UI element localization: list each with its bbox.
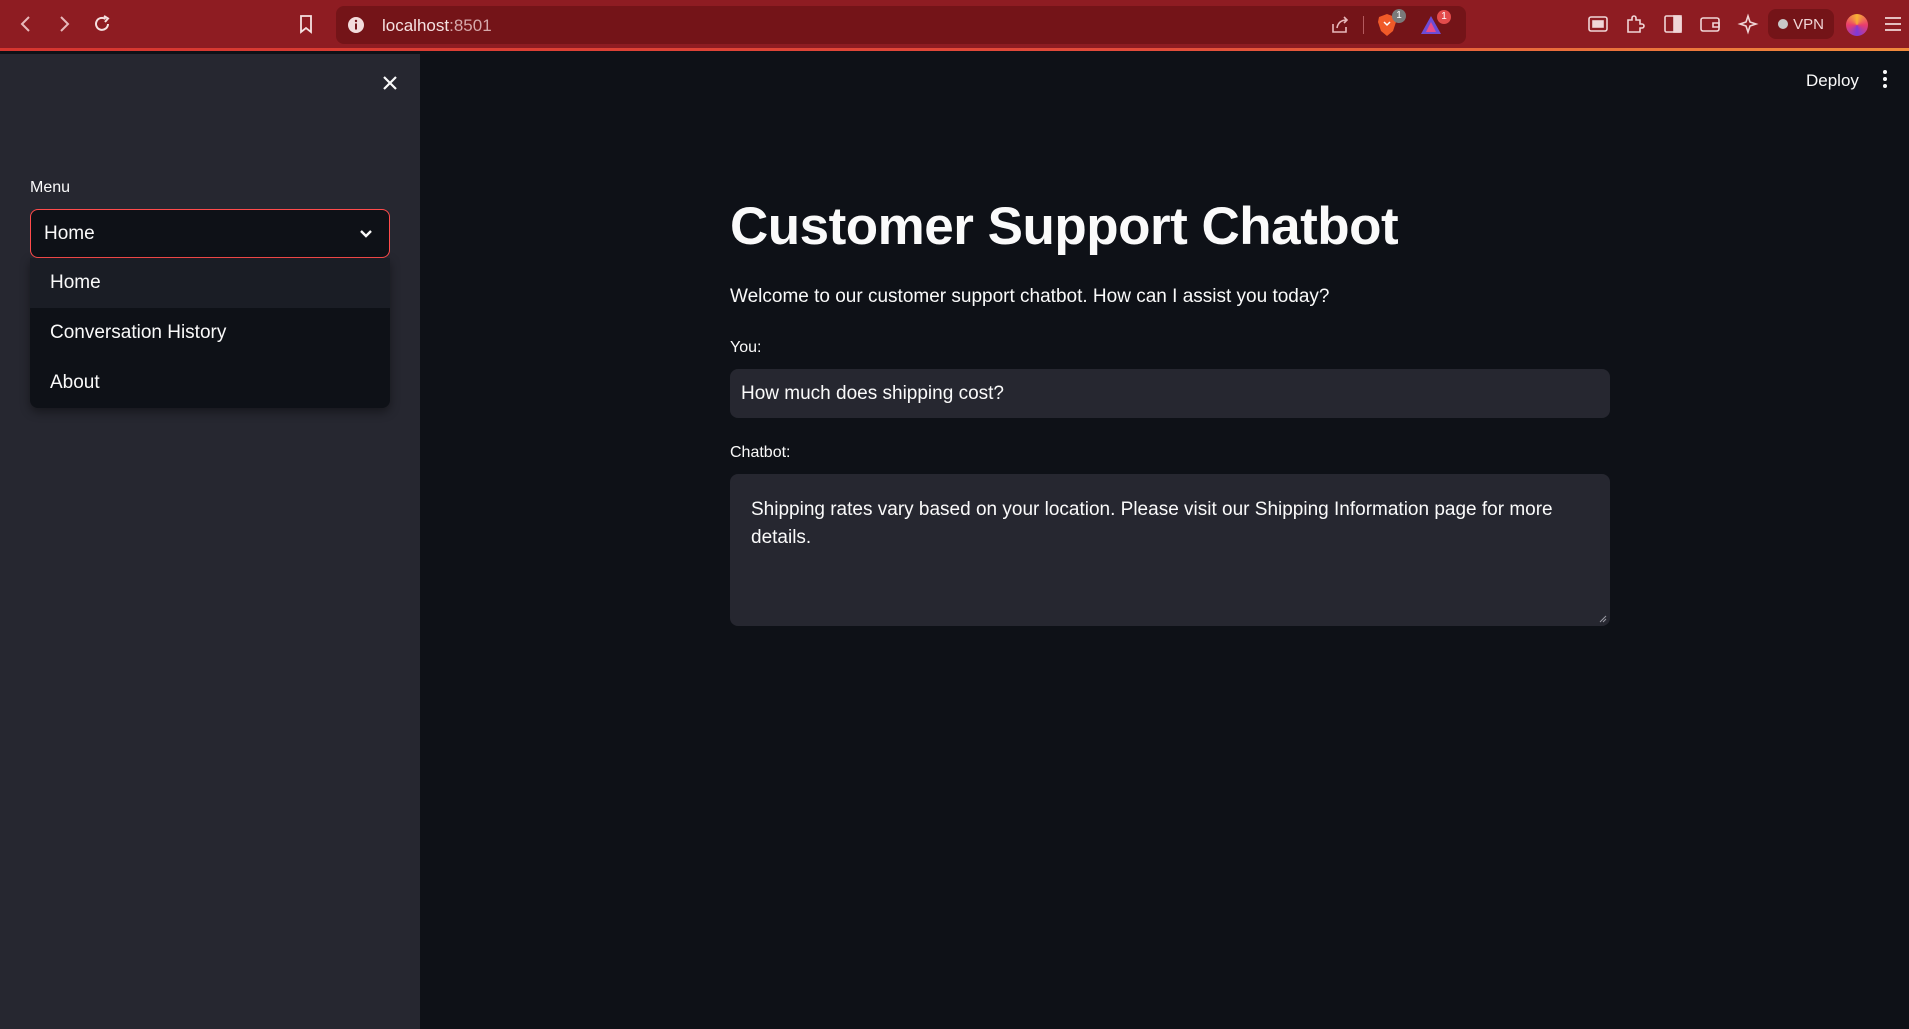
menu-select-value: Home <box>44 223 95 244</box>
url-text: localhost:8501 <box>382 16 492 36</box>
leo-ai-icon[interactable] <box>1737 13 1759 35</box>
forward-icon[interactable] <box>52 12 76 36</box>
vpn-status-icon <box>1778 19 1789 29</box>
vpn-button[interactable]: VPN <box>1768 9 1834 39</box>
deploy-button[interactable]: Deploy <box>1806 71 1859 91</box>
menu-select[interactable]: Home <box>30 209 390 258</box>
you-label: You: <box>730 339 762 356</box>
menu-label: Menu <box>30 179 71 196</box>
rewards-badge: 1 <box>1437 10 1451 24</box>
chatbot-label: Chatbot: <box>730 444 791 461</box>
picture-in-picture-icon[interactable] <box>1587 13 1609 35</box>
extensions-icon[interactable] <box>1624 13 1646 35</box>
bookmark-icon[interactable] <box>294 12 318 36</box>
menu-option-about[interactable]: About <box>30 358 390 408</box>
user-input[interactable]: How much does shipping cost? <box>730 369 1610 418</box>
sidebar-toggle-icon[interactable] <box>1662 13 1684 35</box>
url-host: localhost <box>382 16 450 35</box>
reload-icon[interactable] <box>90 12 114 36</box>
hamburger-menu-icon[interactable] <box>1882 13 1904 35</box>
address-bar[interactable]: localhost:8501 1 1 <box>336 6 1466 44</box>
user-input-value: How much does shipping cost? <box>741 383 1004 404</box>
welcome-text: Welcome to our customer support chatbot.… <box>730 286 1330 307</box>
url-port: :8501 <box>449 16 492 35</box>
sidebar: Menu Home Home Conversation History Abou… <box>0 54 420 1029</box>
chatbot-response-text: Shipping rates vary based on your locati… <box>751 499 1553 548</box>
site-info-icon[interactable] <box>346 15 366 35</box>
vpn-label: VPN <box>1793 15 1824 33</box>
toolbar-accent-bar <box>0 48 1909 51</box>
more-options-icon[interactable] <box>1882 70 1888 90</box>
menu-dropdown: Home Conversation History About <box>30 258 390 408</box>
page-title: Customer Support Chatbot <box>730 197 1399 256</box>
chatbot-response-area[interactable]: Shipping rates vary based on your locati… <box>730 474 1610 626</box>
shields-badge: 1 <box>1392 9 1406 23</box>
chevron-down-icon <box>357 225 375 243</box>
browser-toolbar: localhost:8501 1 1 VPN <box>0 0 1909 51</box>
menu-option-home[interactable]: Home <box>30 258 390 308</box>
menu-option-conversation-history[interactable]: Conversation History <box>30 308 390 358</box>
close-sidebar-icon[interactable] <box>378 71 402 95</box>
rewards-icon[interactable]: 1 <box>1419 10 1451 36</box>
profile-avatar[interactable] <box>1846 14 1868 36</box>
resize-handle-icon[interactable] <box>1598 614 1607 623</box>
wallet-icon[interactable] <box>1699 13 1721 35</box>
address-separator <box>1363 16 1364 34</box>
brave-shields-icon[interactable]: 1 <box>1376 9 1406 37</box>
back-icon[interactable] <box>14 12 38 36</box>
share-icon[interactable] <box>1329 14 1351 36</box>
